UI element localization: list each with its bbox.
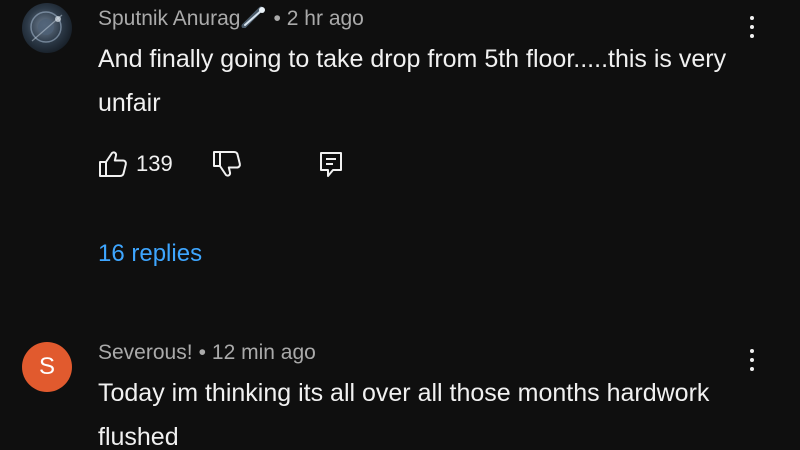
more-options-button[interactable] — [740, 10, 764, 44]
meta-separator: • — [198, 341, 206, 364]
comet-icon — [241, 6, 267, 34]
avatar[interactable] — [22, 3, 72, 53]
reply-button[interactable] — [318, 150, 344, 185]
view-replies-link[interactable]: 16 replies — [98, 240, 202, 268]
comments-page: Sputnik Anurag • 2 hr ago And finally goin… — [0, 0, 800, 450]
comment-meta: Sputnik Anurag • 2 hr ago — [98, 6, 364, 34]
comment-text: Today im thinking its all over all those… — [98, 379, 710, 450]
meta-separator: • — [273, 7, 281, 30]
more-vert-icon — [750, 16, 754, 20]
avatar-image — [30, 11, 63, 43]
author-name[interactable]: Sputnik Anurag — [98, 7, 240, 30]
more-vert-icon — [750, 349, 754, 353]
like-button[interactable]: 139 — [98, 150, 173, 178]
thumbs-up-icon — [99, 151, 127, 177]
comment-meta: Severous! • 12 min ago — [98, 341, 316, 365]
author-name[interactable]: Severous! — [98, 341, 193, 364]
comment-text: And finally going to take drop from 5th … — [98, 45, 727, 117]
more-options-button[interactable] — [740, 343, 764, 377]
reply-comment-icon — [320, 152, 342, 177]
thumbs-down-icon — [213, 151, 241, 177]
dislike-button[interactable] — [212, 150, 242, 183]
comment-time: 12 min ago — [211, 341, 316, 364]
avatar[interactable]: S — [22, 342, 72, 392]
comment-time: 2 hr ago — [286, 7, 364, 30]
comment-actions: 139 — [98, 150, 358, 182]
like-count: 139 — [136, 151, 173, 176]
